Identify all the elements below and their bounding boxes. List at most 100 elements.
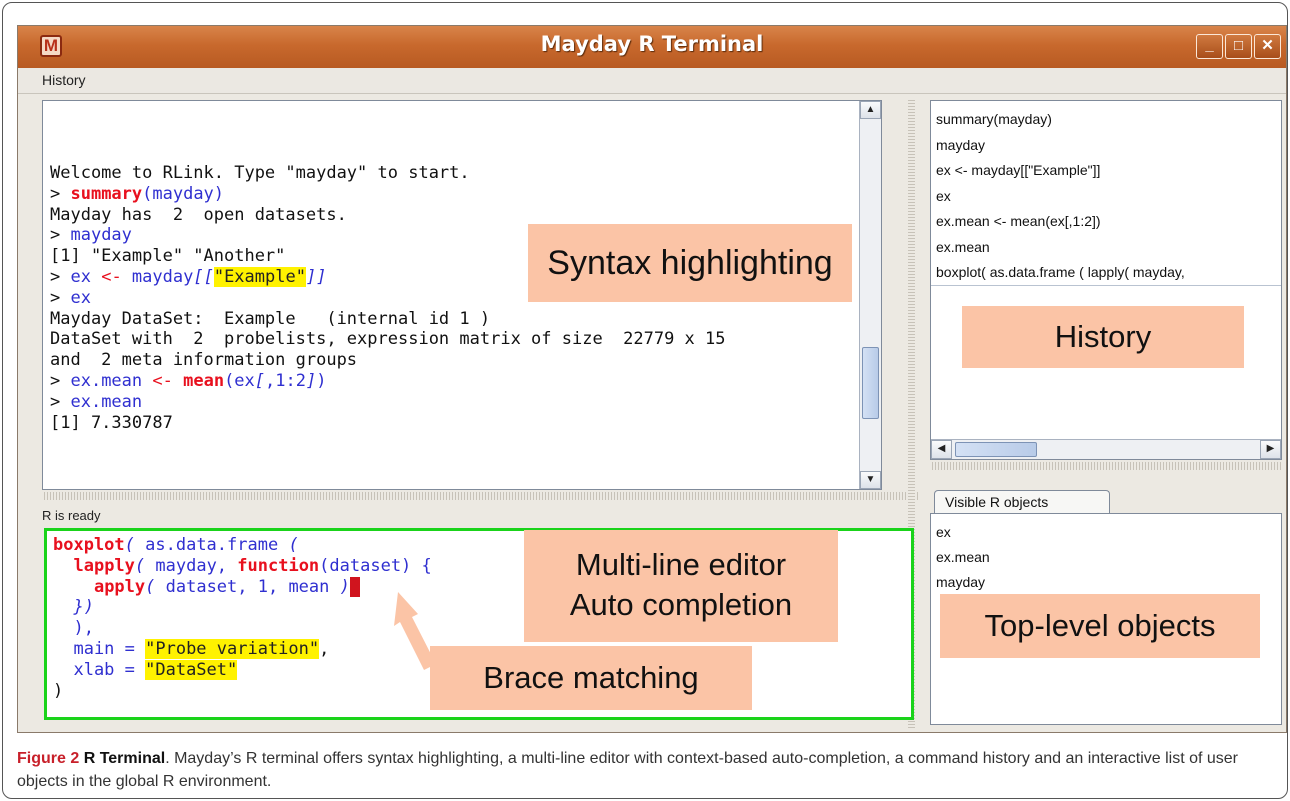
figure-frame: M Mayday R Terminal _ □ ✕ History Welcom… [2,2,1288,799]
console-line-token: > [50,391,71,412]
console-line-token: Welcome to RLink. Type "mayday" to start… [50,163,470,183]
figure-caption: Figure 2 R Terminal. Mayday’s R terminal… [17,747,1285,793]
console-line-token [173,371,183,391]
callout-history: History [962,306,1244,368]
console-line-token: DataSet with 2 probelists, expression ma… [50,329,726,350]
history-scrollbar[interactable]: ◀ ▶ [931,439,1281,459]
history-item[interactable]: ex [936,184,1254,210]
editor-line-token: ) [53,680,64,701]
tab-visible-r-objects[interactable]: Visible R objects [934,490,1110,515]
history-splitter[interactable] [930,462,1282,470]
arrow-up-icon: ▲ [865,104,876,115]
editor-line-token: as.data.frame [145,535,279,555]
console-line-token: [1] "Example" "Another" [50,246,286,267]
editor-line-token: dataset, 1, mean [165,576,340,597]
editor-line-token [53,577,94,597]
console-line-token: Mayday has 2 open datasets. [50,204,347,225]
console-line-token: summary [70,183,143,204]
minimize-button[interactable]: _ [1196,34,1223,59]
editor-line-token: , [319,638,330,659]
history-panel[interactable]: summary(mayday) mayday ex <- mayday[["Exam… [930,100,1282,460]
editor-line: boxplot( as.data.frame ( [53,535,432,556]
arrow-right-icon: ▶ [1266,443,1275,454]
editor-line-token: apply [93,576,146,597]
editor-line: main = "Probe variation", [53,638,432,660]
object-item[interactable]: mayday [936,570,990,595]
scroll-right-button[interactable]: ▶ [1260,440,1281,459]
minimize-icon: _ [1205,37,1214,54]
editor-line-token [53,556,73,576]
object-item[interactable]: ex [936,520,990,545]
object-item[interactable]: ex.mean [936,545,990,570]
scroll-left-button[interactable]: ◀ [931,440,952,459]
console-line-token: (mayday) [142,183,225,204]
close-icon: ✕ [1261,37,1274,54]
editor-line-token: (dataset) { [319,555,432,576]
editor-line-token: ) [339,576,350,597]
editor-line-token: function [237,555,320,576]
callout-brace-matching: Brace matching [430,646,752,710]
callout-editor-line-1: Multi-line editor [575,547,787,582]
editor-line-token: "DataSet" [145,659,238,680]
objects-list: ex ex.mean mayday [936,520,990,595]
editor-line-token: ( [145,576,166,597]
editor-line-token: ( [278,535,299,555]
history-item[interactable]: ex.mean <- mean(ex[,1:2]) [936,209,1254,235]
console-line-token: [1] 7.330787 [50,412,173,433]
history-item[interactable]: ex.mean [936,235,1254,261]
history-item[interactable]: boxplot( as.data.frame ( lapply( mayday, [936,260,1254,286]
console-line-token: ex.mean [70,391,143,412]
console-line-token: ex [70,266,102,287]
maximize-button[interactable]: □ [1225,34,1252,59]
console-line: and 2 meta information groups [50,350,726,371]
status-text: R is ready [42,508,101,523]
console-line-token: and 2 meta information groups [50,350,358,371]
console-line-token: "Example" [213,266,306,287]
console-line-token: (ex [224,370,255,391]
callout-syntax-highlighting: Syntax highlighting [528,224,852,302]
scroll-down-button[interactable]: ▼ [860,471,881,489]
menu-bar: History [18,68,1286,94]
scrollbar-thumb[interactable] [862,347,879,419]
console-splitter[interactable] [42,492,918,500]
console-line-token: > [50,370,71,391]
console-line-token: ,1:2 [265,370,306,391]
console-line-token: > [50,183,71,204]
maximize-icon: □ [1233,37,1244,54]
title-bar[interactable]: M Mayday R Terminal _ □ ✕ [18,26,1286,68]
history-item[interactable]: ex <- mayday[["Example"]] [936,158,1254,184]
editor-line-token: boxplot [53,535,125,555]
editor-line: ) [53,681,432,702]
history-scrollbar-thumb[interactable] [955,442,1037,457]
editor-text: boxplot( as.data.frame ( lapply( mayday,… [53,535,432,701]
arrow-down-icon: ▼ [865,474,876,485]
console-line: [1] 7.330787 [50,413,726,434]
callout-editor-line-2: Auto completion [569,587,793,622]
editor-line-token: }) [53,597,94,618]
history-item[interactable]: summary(mayday) [936,107,1254,133]
caption-label: Figure 2 [17,750,80,767]
history-divider [931,285,1281,286]
console-line-token: ) [316,370,327,391]
r-terminal-window: M Mayday R Terminal _ □ ✕ History Welcom… [17,25,1287,733]
editor-line-token: lapply [73,555,135,576]
close-button[interactable]: ✕ [1254,34,1281,59]
console-line-token: > [50,225,71,246]
history-list: summary(mayday) mayday ex <- mayday[["Exam… [936,107,1254,286]
console-line-token: ] [305,370,317,391]
window-title: Mayday R Terminal [540,32,764,56]
menu-item-history[interactable]: History [42,72,86,88]
console-line: Welcome to RLink. Type "mayday" to start… [50,163,726,184]
console-line-token: mayday [121,266,194,287]
console-line-token: mean [183,370,225,391]
console-scrollbar[interactable]: ▲ ▼ [859,101,881,489]
editor-line: apply( dataset, 1, mean )) [53,576,432,598]
console-line: > summary(mayday) [50,184,726,205]
editor-line-token: ( [124,535,146,555]
editor-line-token: ) [349,576,361,597]
console-line: DataSet with 2 probelists, expression ma… [50,329,726,350]
console-line-token: > [50,287,71,308]
history-item[interactable]: mayday [936,133,1254,159]
editor-line: lapply( mayday, function(dataset) { [53,555,432,577]
scroll-up-button[interactable]: ▲ [860,101,881,119]
